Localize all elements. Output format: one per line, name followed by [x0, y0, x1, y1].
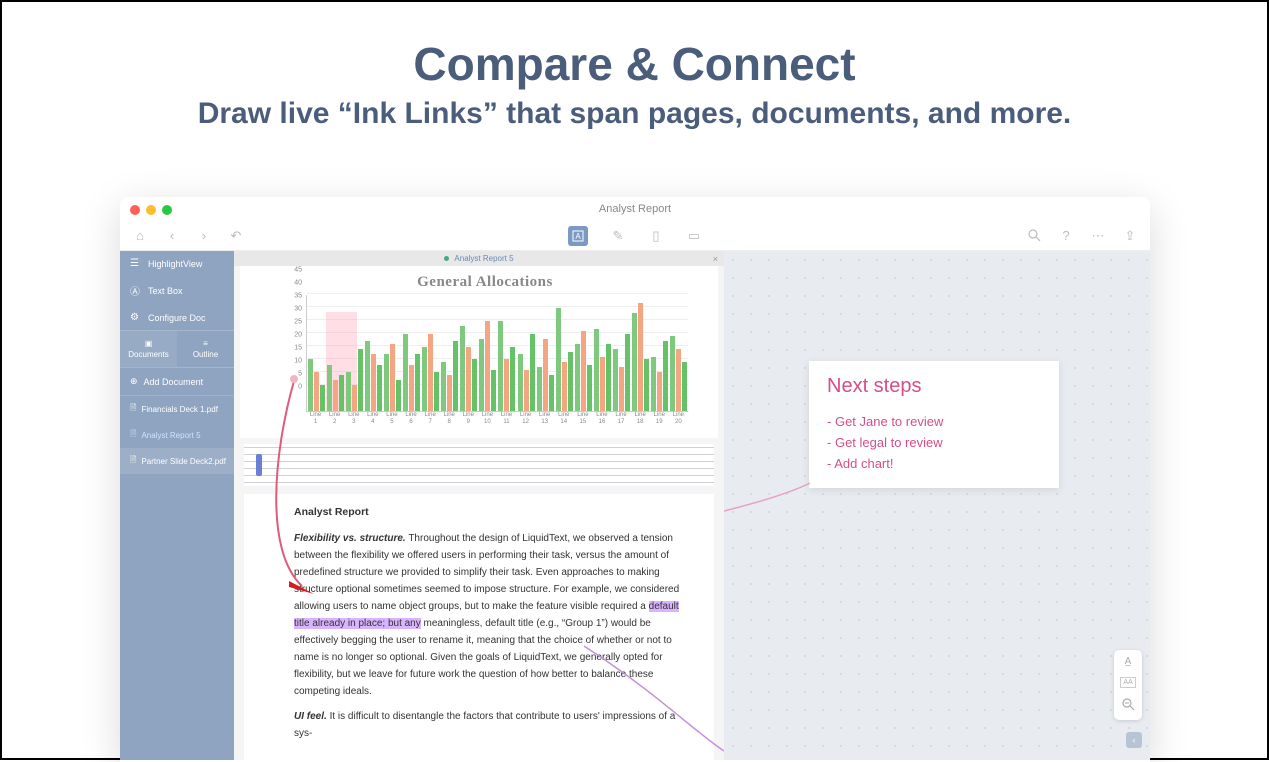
promo-title: Compare & Connect [2, 37, 1267, 91]
file-name: Financials Deck 1.pdf [141, 405, 217, 414]
home-icon[interactable]: ⌂ [132, 228, 148, 244]
tab-label: Outline [177, 350, 234, 359]
file-name: Analyst Report 5 [141, 431, 200, 440]
file-name: Partner Slide Deck2.pdf [141, 457, 226, 466]
app-window: Analyst Report ⌂ ‹ › ↶ A ✎ ▯ ▭ ? ⋯ ⇪ [120, 197, 1150, 762]
file-icon: 🗎 [130, 402, 136, 416]
sidebar-label: Text Box [148, 286, 183, 296]
select-tool-icon[interactable]: A [568, 226, 588, 246]
pen-tool-icon[interactable]: ✎ [610, 228, 626, 244]
note-card[interactable]: Next steps - Get Jane to review - Get le… [809, 361, 1059, 488]
highlight-view-icon: ☰ [130, 258, 142, 269]
outline-icon: ≡ [203, 339, 208, 348]
section-heading: Analyst Report [294, 504, 684, 522]
window-close-icon[interactable] [130, 205, 140, 215]
add-document-button[interactable]: ⊕ Add Document [120, 368, 234, 396]
note-title: Next steps [827, 375, 1041, 398]
window-title: Analyst Report [120, 197, 1150, 215]
sidebar-tab-documents[interactable]: ▣ Documents [120, 331, 177, 367]
plus-icon: ⊕ [130, 376, 138, 387]
documents-icon: ▣ [145, 339, 153, 348]
back-icon[interactable]: ‹ [164, 228, 180, 244]
pinch-handle-icon[interactable] [256, 454, 262, 476]
sidebar: ☰ HighlightView Ⓐ Text Box ⚙ Configure D… [120, 251, 234, 760]
sidebar-file-analyst[interactable]: 🗎 Analyst Report 5 [120, 422, 234, 448]
para-lead: Flexibility vs. structure. [294, 533, 406, 544]
sidebar-text-box[interactable]: Ⓐ Text Box [120, 276, 234, 305]
document-page-chart: General Allocations 051015202530354045Li… [240, 266, 718, 438]
paragraph[interactable]: UI feel. It is difficult to disentangle … [294, 708, 684, 742]
window-minimize-icon[interactable] [146, 205, 156, 215]
share-icon[interactable]: ⇪ [1122, 228, 1138, 244]
file-icon: 🗎 [130, 454, 136, 468]
para-lead: UI feel. [294, 711, 327, 722]
sidebar-label: Configure Doc [148, 313, 206, 323]
sidebar-configure-doc[interactable]: ⚙ Configure Doc [120, 305, 234, 330]
chart-title: General Allocations [282, 274, 688, 291]
note-item: - Get Jane to review [827, 412, 1041, 433]
highlighter-tool-icon[interactable]: ▯ [648, 228, 664, 244]
collapsed-pages-region[interactable] [244, 444, 714, 486]
note-item: - Get legal to review [827, 433, 1041, 454]
bar-chart: 051015202530354045Line1Line2Line3Line4Li… [282, 295, 688, 430]
sidebar-file-financials[interactable]: 🗎 Financials Deck 1.pdf [120, 396, 234, 422]
undo-icon[interactable]: ↶ [228, 228, 244, 244]
zoom-out-icon[interactable] [1122, 698, 1135, 714]
sidebar-file-partner[interactable]: 🗎 Partner Slide Deck2.pdf [120, 448, 234, 474]
eraser-tool-icon[interactable]: ▭ [686, 228, 702, 244]
ink-link-pink [724, 483, 810, 511]
forward-icon[interactable]: › [196, 228, 212, 244]
note-item: - Add chart! [827, 454, 1041, 475]
para-body: It is difficult to disentangle the facto… [294, 711, 675, 739]
window-zoom-icon[interactable] [162, 205, 172, 215]
search-icon[interactable] [1026, 228, 1042, 244]
collapse-workspace-icon[interactable]: ‹ [1126, 732, 1142, 748]
help-icon[interactable]: ? [1058, 228, 1074, 244]
para-tail: meaningless, default title (e.g., “Group… [294, 618, 672, 697]
zoom-fit-icon[interactable]: AA [1120, 677, 1135, 688]
more-icon[interactable]: ⋯ [1090, 228, 1106, 244]
document-tab-analyst[interactable]: Analyst Report 5 × [234, 251, 724, 266]
text-tool-icon[interactable]: A̲ [1125, 656, 1132, 667]
paragraph[interactable]: Flexibility vs. structure. Throughout th… [294, 530, 684, 700]
gear-icon: ⚙ [130, 312, 142, 323]
workspace-toolbar: A̲ AA [1114, 650, 1142, 720]
file-icon: 🗎 [130, 428, 136, 442]
document-view: Analyst Report 5 × General Allocations 0… [234, 251, 724, 760]
svg-text:A: A [575, 232, 581, 241]
promo-subtitle: Draw live “Ink Links” that span pages, d… [2, 97, 1267, 131]
sidebar-label: HighlightView [148, 259, 202, 269]
toolbar: ⌂ ‹ › ↶ A ✎ ▯ ▭ ? ⋯ ⇪ [120, 221, 1150, 251]
add-document-label: Add Document [144, 377, 204, 387]
text-box-icon: Ⓐ [130, 283, 142, 298]
para-body: Throughout the design of LiquidText, we … [294, 533, 679, 612]
doc-tab-label: Analyst Report 5 [454, 254, 513, 263]
tab-label: Documents [120, 350, 177, 359]
active-dot-icon [444, 256, 449, 261]
sidebar-highlight-view[interactable]: ☰ HighlightView [120, 251, 234, 276]
sidebar-tab-outline[interactable]: ≡ Outline [177, 331, 234, 367]
document-page-text: P 26 Analyst Report Flexibility vs. stru… [244, 494, 714, 760]
close-icon[interactable]: × [713, 254, 718, 264]
workspace-canvas[interactable]: Next steps - Get Jane to review - Get le… [724, 251, 1150, 760]
